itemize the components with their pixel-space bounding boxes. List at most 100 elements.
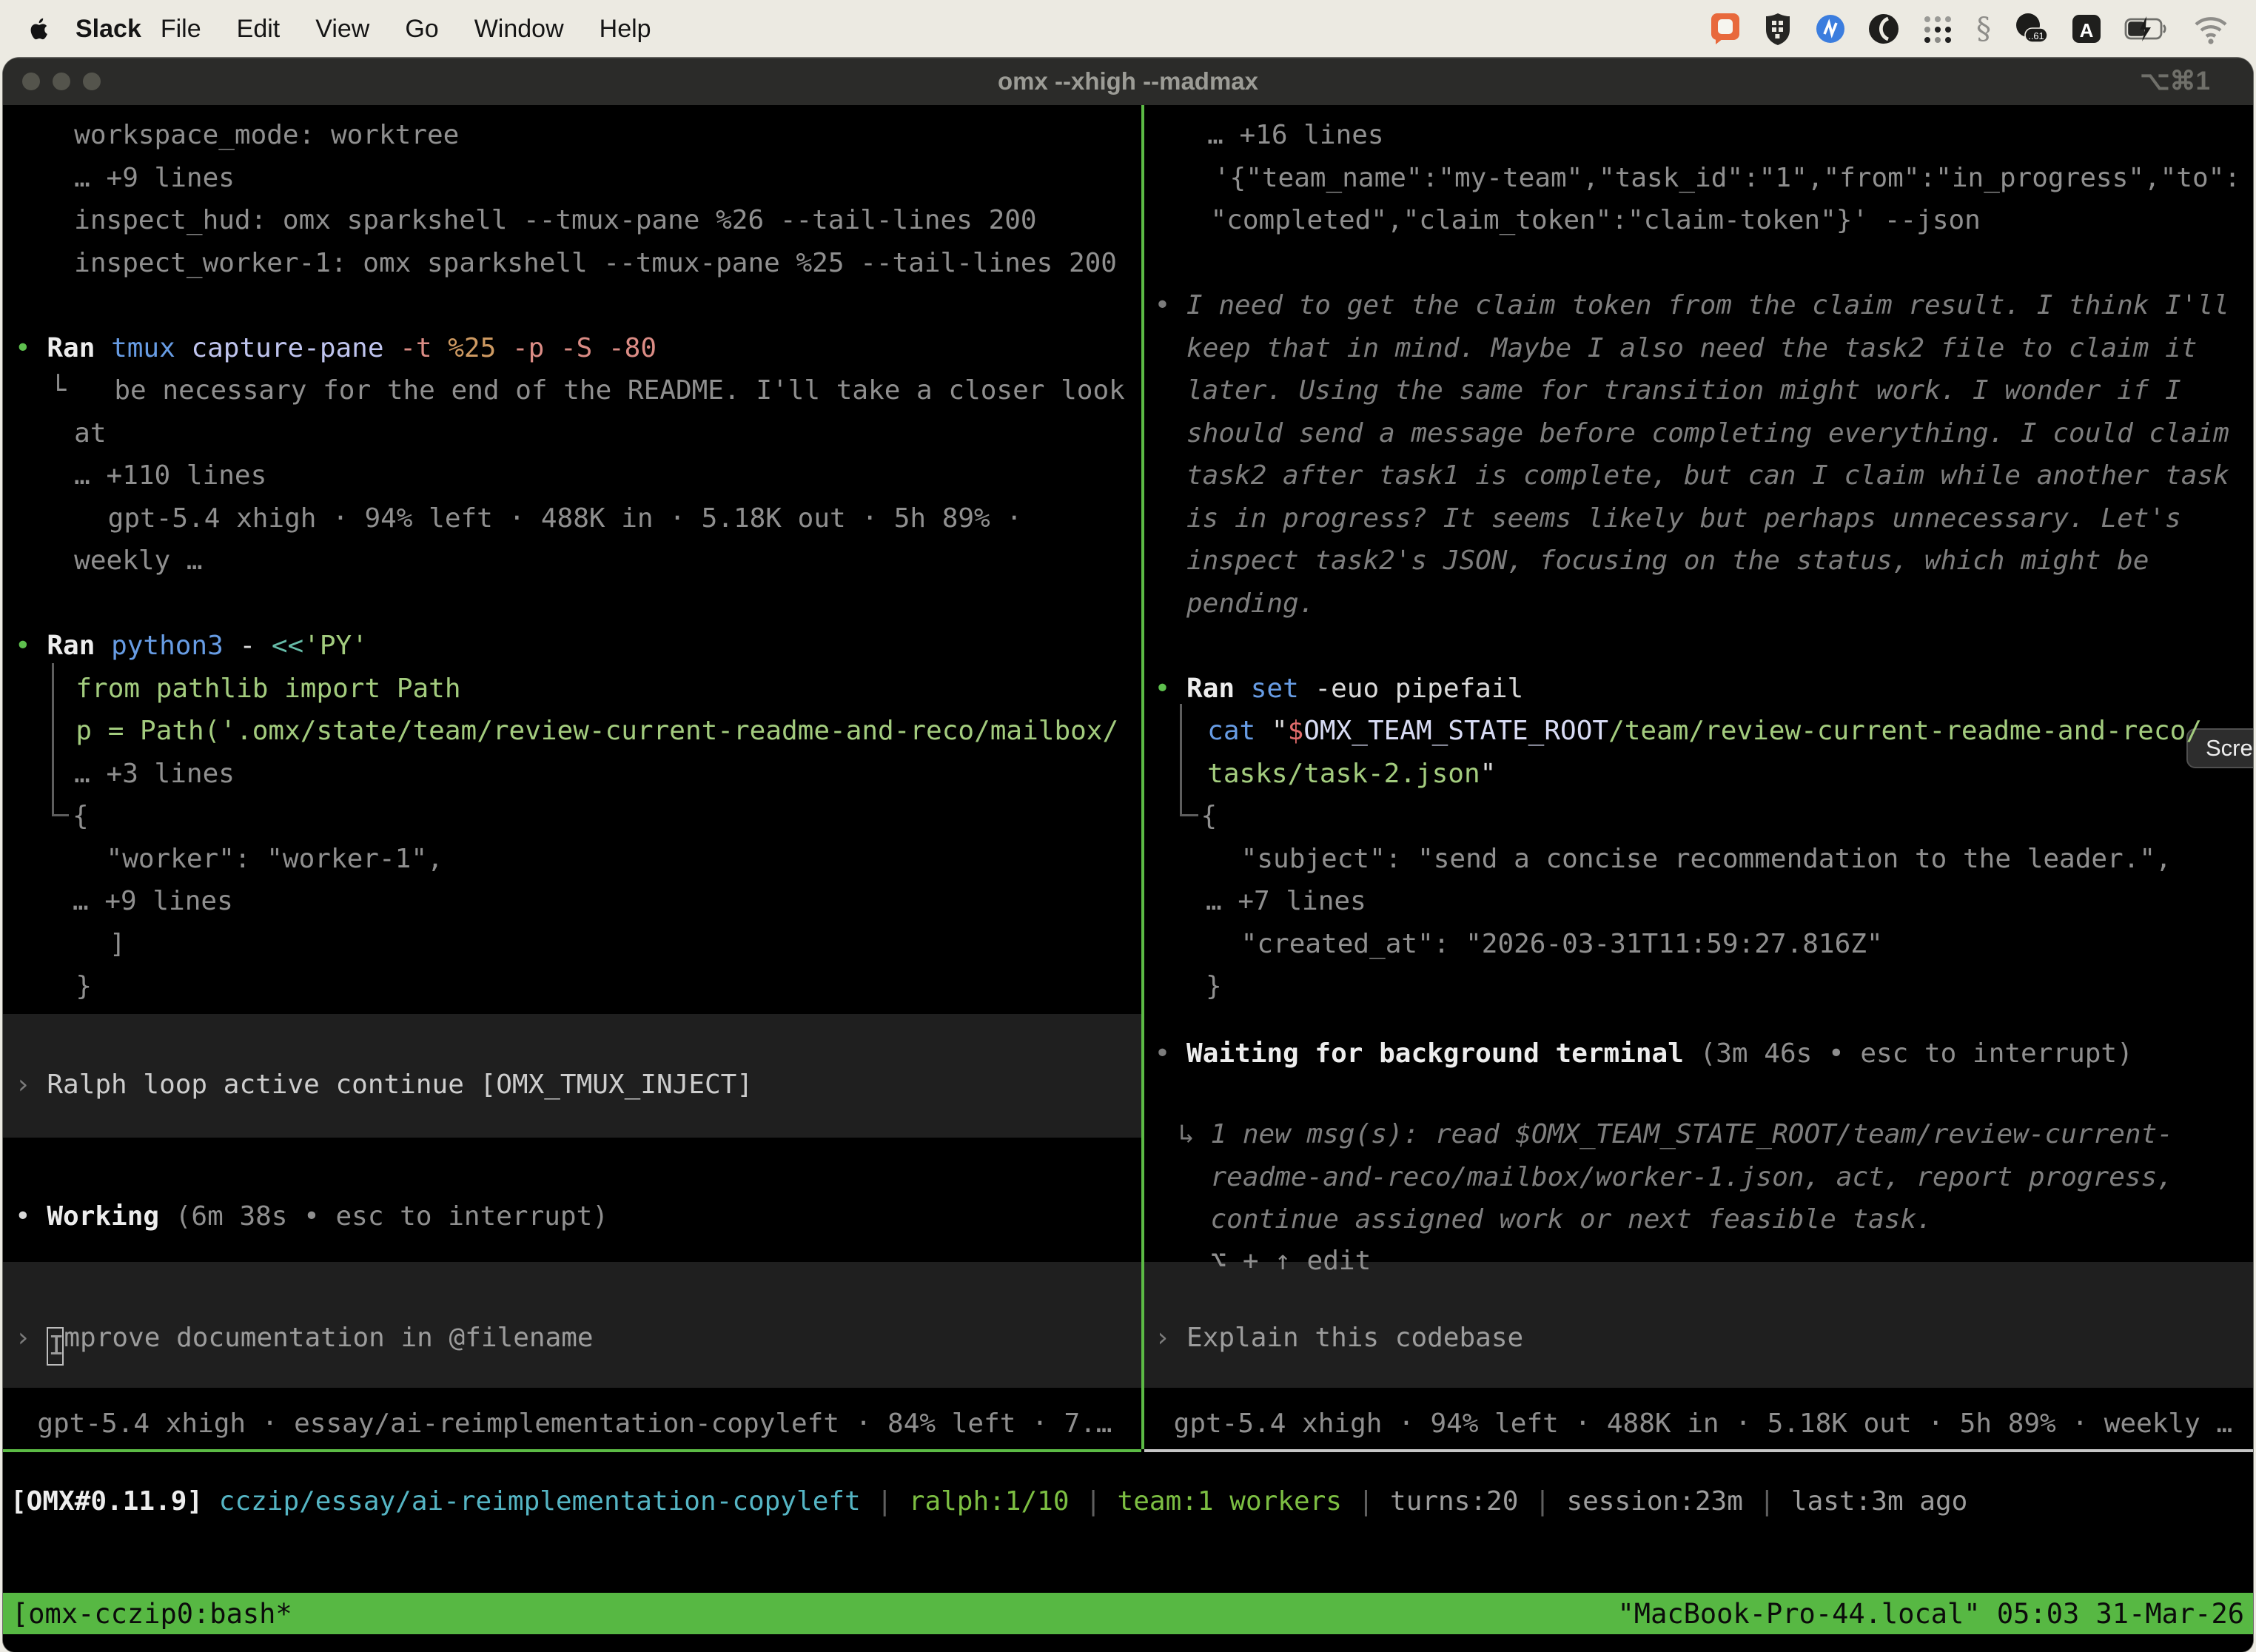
wifi-icon[interactable]: [2192, 11, 2229, 47]
shield-icon[interactable]: [1763, 11, 1793, 47]
dots-grid-icon[interactable]: [1921, 11, 1954, 47]
output-connector: [52, 663, 69, 816]
terminal-line: tasks/task-2.json": [1207, 753, 1496, 795]
terminal-text: gpt-5.4 xhigh · 94% left · 488K in · 5.1…: [108, 503, 1022, 534]
battery-charging-icon[interactable]: [2124, 11, 2170, 47]
terminal-window: omx --xhigh --madmax ⌥⌘1 workspace_mode:…: [3, 58, 2253, 1652]
terminal-line: • Waiting for background terminal (3m 46…: [1155, 1032, 2133, 1075]
terminal-text: "worker": "worker-1",: [107, 844, 443, 874]
terminal-text: •: [15, 333, 47, 363]
terminal-line: later. Using the same for transition mig…: [1186, 369, 2181, 412]
terminal-text: turns:20: [1390, 1486, 1534, 1517]
terminal-line: inspect_hud: omx sparkshell --tmux-pane …: [74, 199, 1036, 241]
terminal-text: … +3 lines: [74, 759, 235, 789]
terminal-line: ⌥ + ↑ edit: [1211, 1240, 1372, 1282]
terminal-line: continue assigned work or next feasible …: [1211, 1198, 1933, 1240]
terminal-text: /team/review-current-readme-and-reco/: [1608, 716, 2202, 746]
terminal-text: ": [1480, 759, 1497, 789]
apple-logo-icon[interactable]: [27, 14, 52, 44]
terminal-text: inspect_hud: omx sparkshell --tmux-pane …: [74, 205, 1036, 235]
terminal-line: pending.: [1186, 582, 1315, 625]
window-titlebar[interactable]: omx --xhigh --madmax ⌥⌘1: [3, 58, 2253, 105]
squiggle-icon[interactable]: §: [1976, 11, 1991, 47]
terminal-text: at: [74, 418, 106, 449]
active-app-menu[interactable]: Slack: [75, 15, 141, 44]
pane-divider[interactable]: [1141, 105, 1144, 1449]
terminal-text: Ran: [47, 333, 111, 363]
terminal-text: $: [1288, 716, 1304, 746]
terminal-text: "completed","claim_token":"claim-token"}…: [1211, 205, 1981, 235]
pane-right[interactable]: Scre … +16 lines'{"team_name":"my-team",…: [1144, 105, 2253, 1449]
terminal-text: from pathlib import Path: [75, 674, 460, 704]
terminal-line: • Ran tmux capture-pane -t %25 -p -S -80: [15, 327, 657, 369]
menu-item-go[interactable]: Go: [405, 15, 438, 44]
terminal-line: ↳ 1 new msg(s): read $OMX_TEAM_STATE_ROO…: [1178, 1113, 2173, 1155]
terminal-text: ]: [110, 929, 126, 959]
terminal-line: [OMX#0.11.9] cczip/essay/ai-reimplementa…: [10, 1480, 1967, 1522]
terminal-text: is in progress? It seems likely but perh…: [1186, 503, 2181, 534]
terminal-text: }: [75, 971, 92, 1001]
terminal-text: team:1 workers: [1118, 1486, 1358, 1517]
terminal-text: Ran: [47, 631, 111, 661]
pane-separator-left: [3, 1449, 1141, 1452]
terminal-text: "created_at": "2026-03-31T11:59:27.816Z": [1241, 929, 1883, 959]
terminal-text: pending.: [1186, 588, 1315, 619]
close-button[interactable]: [22, 73, 40, 90]
terminal-line: › Ralph loop active continue [OMX_TMUX_I…: [15, 1064, 753, 1106]
terminal-text: -t: [400, 333, 448, 363]
terminal-line: cat "$OMX_TEAM_STATE_ROOT/team/review-cu…: [1207, 710, 2202, 752]
terminal-text: •: [1155, 674, 1186, 704]
terminal-line: {: [73, 795, 89, 837]
terminal-line: p = Path('.omx/state/team/review-current…: [75, 710, 1118, 752]
terminal-text: |: [1534, 1486, 1566, 1517]
terminal-line: from pathlib import Path: [75, 668, 460, 710]
terminal-text: •: [15, 1201, 47, 1232]
terminal-line: weekly …: [74, 540, 202, 582]
terminal-line: at: [74, 412, 106, 454]
sync-blue-icon[interactable]: [1815, 11, 1846, 47]
minimize-button[interactable]: [53, 73, 70, 90]
terminal-text: … +16 lines: [1207, 120, 1383, 150]
terminal-line: "worker": "worker-1",: [107, 838, 443, 880]
terminal-text: inspect_worker-1: omx sparkshell --tmux-…: [74, 248, 1117, 278]
menu-item-view[interactable]: View: [315, 15, 369, 44]
terminal-line: "completed","claim_token":"claim-token"}…: [1211, 199, 1981, 241]
terminal-text: workspace_mode: worktree: [74, 120, 459, 150]
tmux-status-bar: [omx-cczip0:bash* "MacBook-Pro-44.local"…: [3, 1593, 2253, 1634]
keyboard-a-icon[interactable]: A: [2071, 11, 2102, 47]
terminal-text: |: [1358, 1486, 1390, 1517]
crescent-icon[interactable]: [1868, 11, 1899, 47]
terminal-text: tasks/task-2.json: [1207, 759, 1480, 789]
output-connector: [1180, 704, 1198, 816]
terminal-text: … +9 lines: [73, 886, 233, 916]
hud-status-line: [OMX#0.11.9] cczip/essay/ai-reimplementa…: [3, 1480, 2253, 1525]
terminal-text: ⌥ + ↑ edit: [1211, 1246, 1372, 1276]
terminal-text: [OMX#0.11.9]: [10, 1486, 219, 1517]
tmux-session-label: [omx-cczip0:bash*: [12, 1598, 292, 1630]
menu-item-file[interactable]: File: [161, 15, 201, 44]
pane-left[interactable]: workspace_mode: worktree … +9 lines inspec…: [3, 105, 1141, 1449]
terminal-text: {: [1201, 801, 1218, 831]
window-shortcut-hint: ⌥⌘1: [2140, 58, 2210, 105]
menu-item-edit[interactable]: Edit: [237, 15, 281, 44]
menu-item-help[interactable]: Help: [600, 15, 651, 44]
terminal-line: › Explain this codebase: [1155, 1317, 1524, 1359]
terminal-text: … +110 lines: [74, 460, 266, 491]
terminal-text: I need to get the claim token from the c…: [1186, 290, 2229, 320]
terminal-text: •: [1155, 290, 1186, 320]
terminal-line: '{"team_name":"my-team","task_id":"1","f…: [1214, 157, 2240, 199]
terminal-line: • Working (6m 38s • esc to interrupt): [15, 1195, 608, 1238]
terminal-text: "subject": "send a concise recommendatio…: [1241, 844, 2172, 874]
badge-61-label: ..61: [2028, 30, 2044, 41]
terminal-line: › Improve documentation in @filename: [15, 1317, 594, 1366]
terminal-text: cat: [1207, 716, 1272, 746]
window-title: omx --xhigh --madmax: [998, 67, 1258, 95]
terminal-text: Explain this codebase: [1186, 1323, 1523, 1353]
terminal-text: <<: [272, 631, 303, 661]
zoom-button[interactable]: [83, 73, 101, 90]
terminal-text: ›: [1155, 1323, 1186, 1353]
terminal-text: Waiting for background terminal: [1186, 1038, 1700, 1069]
chat-icon[interactable]: [1710, 11, 1741, 47]
badge-61-icon[interactable]: ..61: [2013, 11, 2049, 47]
menu-item-window[interactable]: Window: [474, 15, 564, 44]
